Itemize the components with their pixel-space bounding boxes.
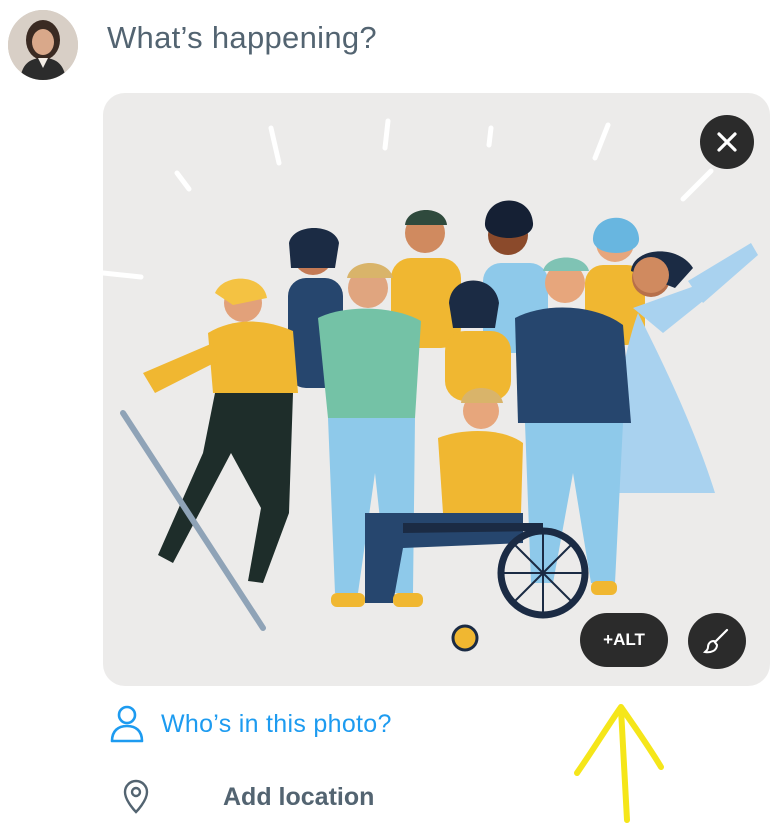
add-location-row[interactable]: Add location [121, 779, 374, 815]
group-illustration [103, 118, 758, 652]
location-pin-icon [123, 779, 149, 814]
annotation-arrow-icon [574, 704, 664, 823]
paintbrush-icon [702, 628, 729, 654]
avatar[interactable] [8, 10, 78, 80]
edit-image-button[interactable] [688, 613, 746, 669]
close-icon [717, 132, 737, 152]
attached-image: +ALT [103, 93, 770, 686]
tweet-composer-placeholder[interactable]: What’s happening? [107, 20, 377, 56]
person-icon [110, 705, 144, 743]
remove-image-button[interactable] [700, 115, 754, 169]
add-alt-text-button[interactable]: +ALT [580, 613, 668, 667]
tag-people-label[interactable]: Who’s in this photo? [161, 710, 392, 739]
tag-people-row[interactable]: Who’s in this photo? [109, 704, 392, 744]
add-location-label[interactable]: Add location [223, 783, 374, 812]
